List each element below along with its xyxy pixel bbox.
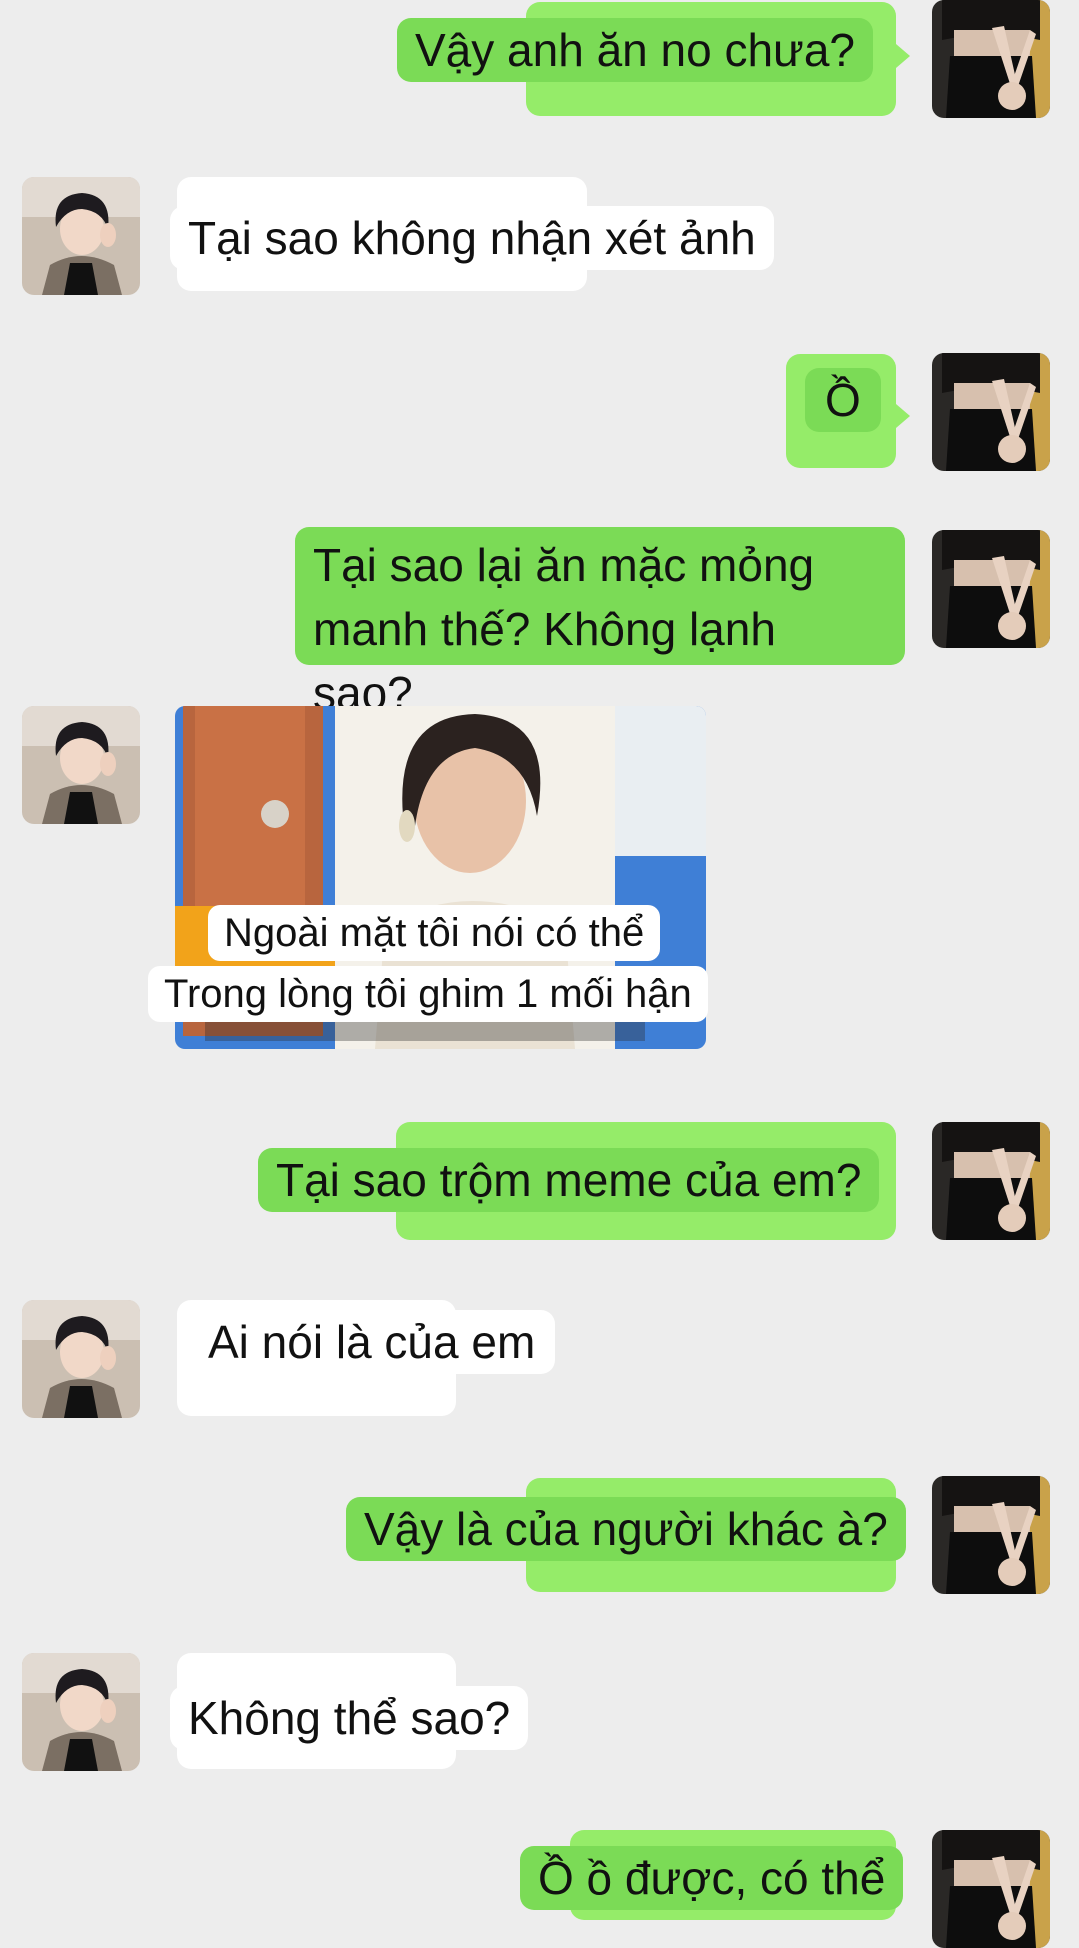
message-3-bubble[interactable]: Ồ: [805, 368, 881, 432]
avatar-icon[interactable]: [932, 0, 1050, 118]
meme-caption-2: Trong lòng tôi ghim 1 mối hận: [148, 966, 708, 1022]
message-4-line-1: Tại sao lại ăn mặc mỏng: [313, 539, 815, 591]
message-8-bubble[interactable]: Vậy là của người khác à?: [346, 1497, 906, 1561]
avatar-icon[interactable]: [932, 1830, 1050, 1948]
message-6-bubble[interactable]: Tại sao trộm meme của em?: [258, 1148, 880, 1212]
avatar-icon[interactable]: [932, 530, 1050, 648]
avatar-icon[interactable]: [22, 706, 140, 824]
avatar-icon[interactable]: [932, 353, 1050, 471]
message-7-bubble[interactable]: Ai nói là của em: [188, 1310, 556, 1374]
message-1-bubble[interactable]: Vậy anh ăn no chưa?: [397, 18, 874, 82]
avatar-icon[interactable]: [22, 1300, 140, 1418]
message-4-bubble[interactable]: Tại sao lại ăn mặc mỏng manh thế? Không …: [295, 527, 905, 719]
message-10-bubble[interactable]: Ồ ồ được, có thể: [520, 1846, 904, 1910]
avatar-icon[interactable]: [932, 1122, 1050, 1240]
message-9-bubble[interactable]: Không thể sao?: [170, 1686, 529, 1750]
avatar-icon[interactable]: [22, 1653, 140, 1771]
avatar-icon[interactable]: [932, 1476, 1050, 1594]
message-2-bubble[interactable]: Tại sao không nhận xét ảnh: [170, 206, 774, 270]
avatar-icon[interactable]: [22, 177, 140, 295]
meme-caption-1: Ngoài mặt tôi nói có thể: [208, 905, 661, 961]
